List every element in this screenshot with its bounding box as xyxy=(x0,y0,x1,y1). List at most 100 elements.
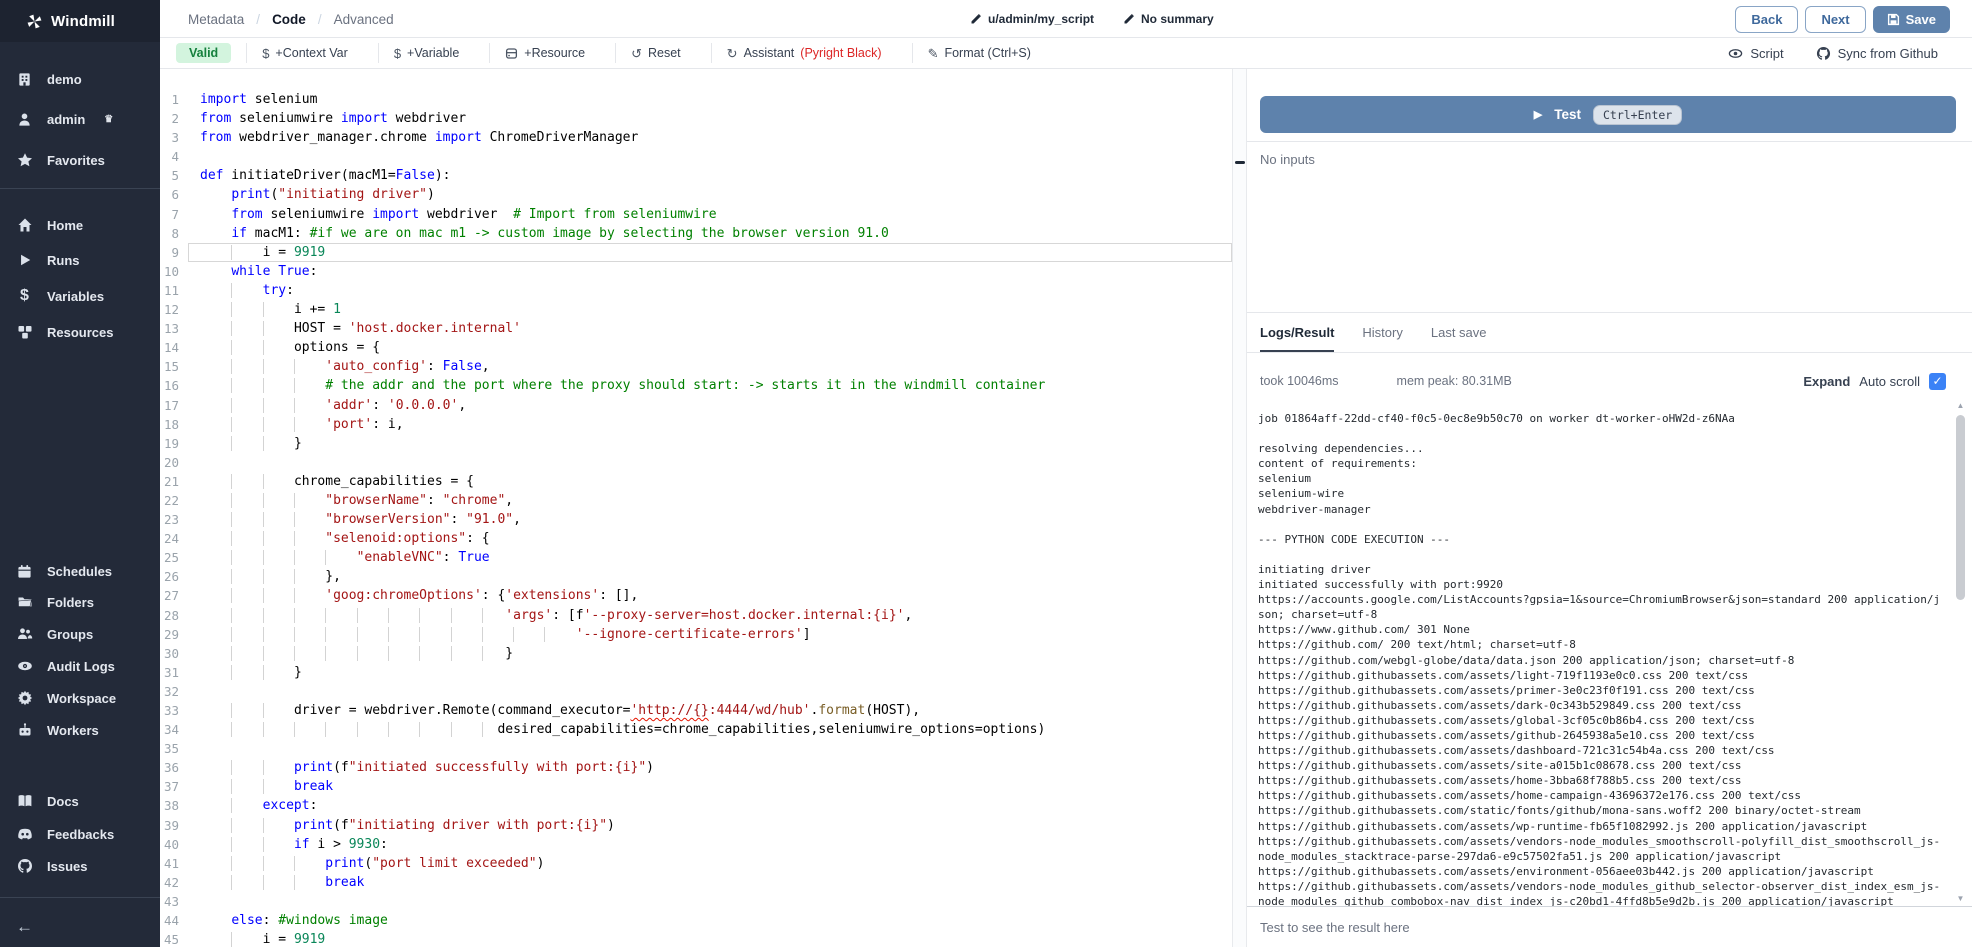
code-line[interactable]: print(f"initiating driver with port:{i}"… xyxy=(188,816,1232,835)
back-button[interactable]: Back xyxy=(1735,6,1798,33)
code-line[interactable]: desired_capabilities=chrome_capabilities… xyxy=(188,720,1232,739)
reset-button[interactable]: ↺ Reset xyxy=(615,43,696,63)
code-editor[interactable]: 1234567891011121314151617181920212223242… xyxy=(160,69,1232,947)
code-line[interactable]: } xyxy=(188,663,1232,682)
code-line[interactable]: "enableVNC": True xyxy=(188,548,1232,567)
code-line[interactable]: def initiateDriver(macM1=False): xyxy=(188,166,1232,185)
code-line[interactable] xyxy=(188,682,1232,701)
scroll-up-icon[interactable]: ▲ xyxy=(1954,401,1967,410)
code-line[interactable]: "selenoid:options": { xyxy=(188,529,1232,548)
code-line[interactable] xyxy=(188,147,1232,166)
tab-last-save[interactable]: Last save xyxy=(1431,325,1487,352)
code-line[interactable]: 'addr': '0.0.0.0', xyxy=(188,396,1232,415)
code-line[interactable] xyxy=(188,739,1232,758)
assistant-button[interactable]: ↻ Assistant (Pyright Black) xyxy=(711,43,897,63)
code-line[interactable]: i = 9919 xyxy=(188,930,1232,947)
tab-code[interactable]: Code xyxy=(272,12,306,27)
reset-label: Reset xyxy=(648,46,681,60)
sidebar-item-docs[interactable]: Docs xyxy=(16,788,156,814)
code-line[interactable]: import selenium xyxy=(188,90,1232,109)
collapse-sidebar-button[interactable]: ← xyxy=(16,914,156,940)
tab-history[interactable]: History xyxy=(1362,325,1402,352)
code-line[interactable]: "browserVersion": "91.0", xyxy=(188,510,1232,529)
autoscroll-checkbox[interactable]: ✓ xyxy=(1929,373,1946,390)
code-line[interactable]: print(f"initiated successfully with port… xyxy=(188,758,1232,777)
code-line[interactable]: HOST = 'host.docker.internal' xyxy=(188,319,1232,338)
code-line[interactable]: chrome_capabilities = { xyxy=(188,472,1232,491)
sidebar-item-variables[interactable]: $ Variables xyxy=(16,283,156,309)
expand-button[interactable]: Expand xyxy=(1803,374,1850,389)
code-line[interactable]: from seleniumwire import webdriver xyxy=(188,109,1232,128)
code-line[interactable]: print("port limit exceeded") xyxy=(188,854,1232,873)
panel-splitter[interactable] xyxy=(1232,69,1247,947)
code-line[interactable]: if i > 9930: xyxy=(188,835,1232,854)
tab-metadata[interactable]: Metadata xyxy=(188,12,244,27)
code-line[interactable]: } xyxy=(188,644,1232,663)
add-resource-button[interactable]: +Resource xyxy=(489,43,600,63)
sidebar-item-home[interactable]: Home xyxy=(16,212,156,238)
sidebar-item-feedbacks[interactable]: Feedbacks xyxy=(16,821,156,847)
sidebar-item-folders[interactable]: Folders xyxy=(16,589,156,615)
code-line[interactable]: i += 1 xyxy=(188,300,1232,319)
sidebar-item-workspace-settings[interactable]: Workspace xyxy=(16,685,156,711)
code-line[interactable]: print("initiating driver") xyxy=(188,185,1232,204)
test-button[interactable]: ▶ Test Ctrl+Enter xyxy=(1260,96,1956,133)
add-context-var-button[interactable]: $ +Context Var xyxy=(246,43,363,63)
code-line[interactable]: }, xyxy=(188,567,1232,586)
feedbacks-label: Feedbacks xyxy=(47,827,114,842)
boxes-icon xyxy=(16,324,33,341)
code-line[interactable]: i = 9919 xyxy=(188,243,1232,262)
code-line[interactable]: 'port': i, xyxy=(188,415,1232,434)
code-line[interactable]: except: xyxy=(188,796,1232,815)
logs-scrollbar[interactable]: ▲ ▼ xyxy=(1954,401,1967,903)
code-line[interactable]: else: #windows image xyxy=(188,911,1232,930)
code-line[interactable]: from seleniumwire import webdriver # Imp… xyxy=(188,205,1232,224)
sidebar-item-user[interactable]: admin ♛ xyxy=(16,106,156,132)
sync-from-github-button[interactable]: Sync from Github xyxy=(1816,46,1938,61)
sidebar-item-workers[interactable]: Workers xyxy=(16,717,156,743)
code-lines[interactable]: import seleniumfrom seleniumwire import … xyxy=(188,69,1232,947)
code-line[interactable]: } xyxy=(188,434,1232,453)
code-line[interactable]: "browserName": "chrome", xyxy=(188,491,1232,510)
code-line[interactable] xyxy=(188,453,1232,472)
test-label: Test xyxy=(1554,107,1581,122)
folders-label: Folders xyxy=(47,595,94,610)
code-line[interactable] xyxy=(188,892,1232,911)
add-variable-button[interactable]: $ +Variable xyxy=(378,43,474,63)
windmill-logo[interactable]: Windmill xyxy=(0,0,160,42)
code-line[interactable]: try: xyxy=(188,281,1232,300)
script-summary-edit[interactable]: No summary xyxy=(1123,0,1214,38)
code-line[interactable]: if macM1: #if we are on mac m1 -> custom… xyxy=(188,224,1232,243)
script-path-edit[interactable]: u/admin/my_script xyxy=(970,0,1094,38)
format-button[interactable]: ✎ Format (Ctrl+S) xyxy=(912,43,1046,63)
code-line[interactable]: # the addr and the port where the proxy … xyxy=(188,376,1232,395)
sidebar-item-issues[interactable]: Issues xyxy=(16,853,156,879)
scrollbar-thumb[interactable] xyxy=(1956,415,1965,600)
tab-advanced[interactable]: Advanced xyxy=(334,12,394,27)
code-line[interactable]: 'goog:chromeOptions': {'extensions': [], xyxy=(188,586,1232,605)
logs-output[interactable]: job 01864aff-22dd-cf40-f0c5-0ec8e9b50c70… xyxy=(1258,411,1942,906)
tab-logs-result[interactable]: Logs/Result xyxy=(1260,325,1334,352)
code-line[interactable]: '--ignore-certificate-errors'] xyxy=(188,625,1232,644)
sidebar-item-runs[interactable]: Runs xyxy=(16,247,156,273)
sidebar-item-audit-logs[interactable]: Audit Logs xyxy=(16,653,156,679)
code-line[interactable]: from webdriver_manager.chrome import Chr… xyxy=(188,128,1232,147)
sidebar: Windmill demo admin ♛ Favorites xyxy=(0,0,160,947)
next-button[interactable]: Next xyxy=(1805,6,1865,33)
code-line[interactable]: break xyxy=(188,777,1232,796)
code-line[interactable]: while True: xyxy=(188,262,1232,281)
sidebar-item-favorites[interactable]: Favorites xyxy=(16,147,156,173)
script-kind-button[interactable]: Script xyxy=(1728,46,1783,61)
code-line[interactable]: break xyxy=(188,873,1232,892)
code-line[interactable]: 'auto_config': False, xyxy=(188,357,1232,376)
groups-label: Groups xyxy=(47,627,93,642)
code-line[interactable]: driver = webdriver.Remote(command_execut… xyxy=(188,701,1232,720)
code-line[interactable]: options = { xyxy=(188,338,1232,357)
save-button[interactable]: Save xyxy=(1873,6,1950,33)
sidebar-item-resources[interactable]: Resources xyxy=(16,319,156,345)
sidebar-item-schedules[interactable]: Schedules xyxy=(16,558,156,584)
scroll-down-icon[interactable]: ▼ xyxy=(1954,894,1967,903)
sidebar-item-workspace[interactable]: demo xyxy=(16,66,156,92)
sidebar-item-groups[interactable]: Groups xyxy=(16,621,156,647)
code-line[interactable]: 'args': [f'--proxy-server=host.docker.in… xyxy=(188,606,1232,625)
